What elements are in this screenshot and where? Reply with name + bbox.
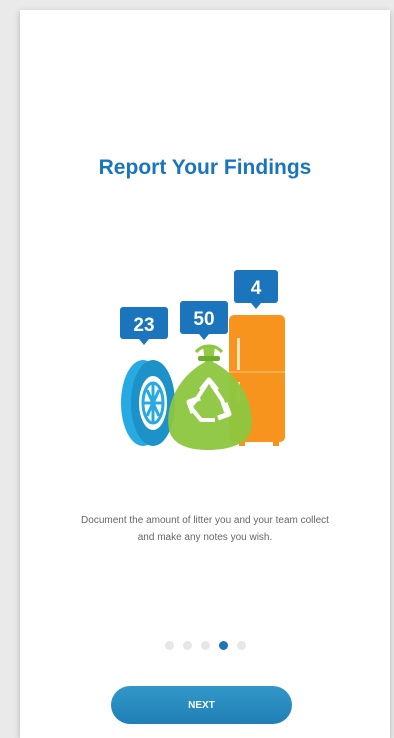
bag-count: 50 [193, 309, 214, 330]
page-dot-1[interactable] [164, 641, 174, 650]
description-text: Document the amount of litter you and yo… [81, 515, 329, 543]
tire-icon [121, 360, 175, 446]
page-dot-3[interactable] [200, 641, 210, 650]
fridge-count-badge: 4 [234, 270, 278, 309]
pagination-dots [20, 641, 390, 650]
next-button[interactable]: NEXT [111, 686, 292, 724]
tire-count-badge: 23 [120, 307, 168, 345]
page-dot-4-active[interactable] [218, 641, 228, 650]
page-dot-2[interactable] [182, 641, 192, 650]
onboarding-card: Report Your Findings 4 23 50 Document th… [20, 10, 390, 738]
bag-count-badge: 50 [180, 301, 228, 340]
litter-illustration: 4 23 50 [120, 270, 285, 450]
tire-count: 23 [133, 315, 154, 336]
fridge-count: 4 [251, 278, 262, 299]
page-title: Report Your Findings [98, 156, 312, 179]
page-dot-5[interactable] [236, 641, 246, 650]
